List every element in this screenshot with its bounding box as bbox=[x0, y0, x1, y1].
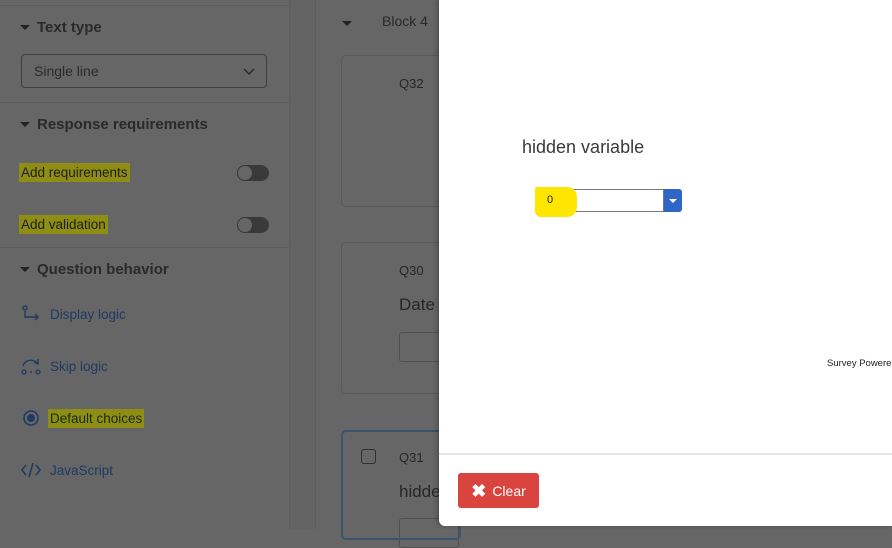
caret-down-icon bbox=[20, 25, 30, 30]
close-icon: ✖ bbox=[471, 480, 487, 501]
toggle-knob bbox=[237, 217, 253, 233]
question-number: Q32 bbox=[399, 76, 424, 91]
skip-logic-icon bbox=[21, 359, 41, 375]
text-type-select[interactable]: Single line bbox=[21, 54, 267, 88]
preview-dropdown-field[interactable]: 0 bbox=[535, 187, 664, 217]
question-select-checkbox[interactable] bbox=[361, 449, 376, 464]
add-validation-label: Add validation bbox=[21, 217, 106, 232]
question-text: Date bbox=[399, 295, 435, 314]
question-text: hidde bbox=[399, 482, 441, 501]
toggle-knob bbox=[237, 165, 253, 181]
survey-preview-modal: hidden variable 0 Survey Powere ✖ Clear bbox=[439, 0, 892, 526]
javascript-label: JavaScript bbox=[50, 462, 114, 478]
text-type-select-value: Single line bbox=[34, 63, 99, 79]
divider bbox=[0, 102, 289, 103]
preview-question-text: hidden variable bbox=[522, 137, 645, 157]
display-logic-link[interactable]: Display logic bbox=[20, 304, 126, 324]
display-logic-icon bbox=[22, 305, 39, 321]
highlight-mark bbox=[535, 187, 577, 217]
add-requirements-toggle[interactable] bbox=[237, 165, 269, 181]
default-choices-link[interactable]: Default choices bbox=[20, 408, 143, 428]
response-requirements-section-header[interactable]: Response requirements bbox=[20, 116, 208, 133]
add-validation-toggle[interactable] bbox=[237, 217, 269, 233]
skip-logic-label: Skip logic bbox=[50, 358, 108, 374]
question-behavior-section-header[interactable]: Question behavior bbox=[20, 261, 169, 278]
question-behavior-heading: Question behavior bbox=[37, 261, 169, 278]
default-choices-label: Default choices bbox=[50, 410, 143, 426]
block-title: Block 4 bbox=[382, 13, 428, 29]
code-icon bbox=[21, 462, 41, 478]
caret-down-icon bbox=[20, 122, 30, 127]
editor-gutter bbox=[290, 0, 316, 529]
add-requirements-label: Add requirements bbox=[21, 165, 128, 180]
response-requirements-heading: Response requirements bbox=[37, 116, 208, 133]
clear-button[interactable]: ✖ Clear bbox=[458, 473, 539, 508]
skip-logic-link[interactable]: Skip logic bbox=[20, 356, 108, 376]
radio-selected-icon bbox=[23, 410, 39, 426]
display-logic-label: Display logic bbox=[50, 306, 126, 322]
preview-dropdown[interactable]: 0 bbox=[535, 187, 682, 217]
block-collapse-icon[interactable] bbox=[342, 21, 352, 26]
question-number: Q30 bbox=[399, 263, 424, 278]
text-type-heading: Text type bbox=[37, 19, 102, 36]
chevron-down-icon bbox=[243, 68, 255, 76]
javascript-link[interactable]: JavaScript bbox=[20, 460, 113, 480]
divider bbox=[0, 247, 289, 248]
caret-down-icon bbox=[20, 267, 30, 272]
question-number: Q31 bbox=[399, 450, 424, 465]
divider bbox=[0, 5, 289, 6]
clear-button-label: Clear bbox=[492, 482, 526, 499]
text-type-section-header[interactable]: Text type bbox=[20, 19, 102, 36]
dropdown-arrow-icon[interactable] bbox=[664, 189, 682, 212]
question-settings-sidebar: Text type Single line Response requireme… bbox=[0, 0, 290, 529]
powered-by-text: Survey Powere bbox=[827, 358, 892, 369]
preview-dropdown-value: 0 bbox=[547, 194, 554, 206]
footer-divider bbox=[439, 453, 892, 455]
